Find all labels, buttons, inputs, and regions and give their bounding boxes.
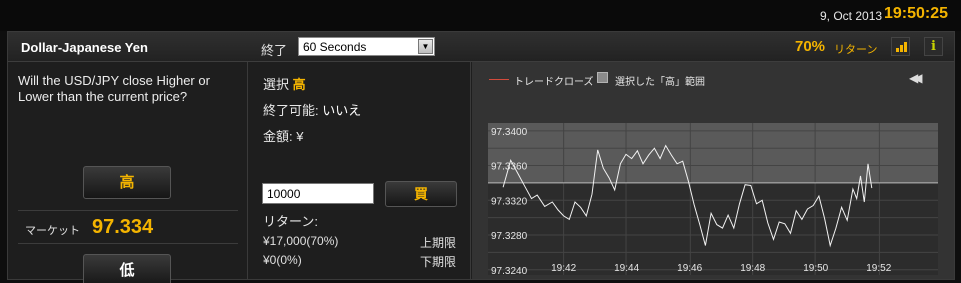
panel-header: Dollar-Japanese Yen 終了 60 Seconds ▼ 70% … [8, 32, 954, 62]
buy-button[interactable]: 買 [385, 181, 457, 207]
trade-question: Will the USD/JPY close Higher or Lower t… [18, 73, 210, 104]
y-tick-label: 97.3240 [491, 266, 528, 277]
upper-return-amount: ¥17,000(70%) [263, 234, 339, 248]
x-tick-label: 19:50 [803, 263, 828, 274]
lower-limit-label: 下期限 [420, 255, 457, 269]
current-date: 9, Oct 2013 [820, 9, 883, 23]
trade-panel: Dollar-Japanese Yen 終了 60 Seconds ▼ 70% … [7, 31, 955, 283]
lower-return-amount: ¥0(0%) [263, 253, 302, 267]
returns-label: リターン: [263, 214, 318, 229]
low-button[interactable]: 低 [83, 254, 171, 283]
y-tick-label: 97.3320 [491, 196, 528, 207]
amount-label: 金額: ¥ [263, 129, 304, 144]
selection-row: 選択 高 [263, 74, 306, 93]
selected-high-range [488, 123, 938, 183]
order-column: 選択 高 終了可能: いいえ 金額: ¥ 10000 買 リターン: ¥17,0… [249, 62, 471, 279]
market-label: マーケット [25, 225, 80, 237]
currency-pair-title: Dollar-Japanese Yen [21, 40, 148, 55]
trading-window: 9, Oct 2013 19:50:25 Dollar-Japanese Yen… [0, 0, 961, 283]
bar-chart-icon [896, 42, 908, 52]
close-possible-row: 終了可能: いいえ [263, 100, 361, 119]
divider [18, 210, 238, 211]
high-button[interactable]: 高 [83, 166, 171, 199]
x-tick-label: 19:52 [866, 263, 891, 274]
expiry-select-value: 60 Seconds [303, 40, 367, 54]
chevron-down-icon[interactable]: ▼ [418, 39, 433, 54]
return-percent: 70% [795, 38, 826, 55]
top-status-bar: 9, Oct 2013 19:50:25 [0, 0, 961, 31]
price-plot: 97.340097.336097.332097.328097.3240 19:42… [488, 123, 938, 277]
close-possible-value: いいえ [322, 103, 362, 118]
y-tick-label: 97.3400 [491, 127, 528, 138]
x-tick-label: 19:42 [551, 263, 576, 274]
divider [18, 243, 238, 244]
return-label: リターン [834, 44, 878, 56]
direction-column: Will the USD/JPY close Higher or Lower t… [8, 62, 248, 283]
info-icon: i [931, 39, 936, 54]
expiry-select[interactable]: 60 Seconds ▼ [298, 37, 435, 56]
upper-limit-label: 上期限 [420, 236, 457, 250]
x-tick-label: 19:48 [740, 263, 765, 274]
market-price: 97.334 [92, 216, 154, 238]
x-tick-label: 19:44 [614, 263, 639, 274]
current-time: 19:50:25 [884, 5, 949, 22]
chart-toggle-button[interactable] [891, 37, 910, 56]
x-tick-label: 19:46 [677, 263, 702, 274]
y-tick-label: 97.3280 [491, 231, 528, 242]
selection-label: 選択 [263, 77, 290, 92]
info-button[interactable]: i [924, 37, 943, 56]
close-possible-label: 終了可能: [263, 103, 319, 118]
price-chart: トレードクローズ 選択した「高」範囲 ◀◀ 97.3400 97.3360 97.3… [472, 62, 954, 279]
amount-input[interactable]: 10000 [262, 183, 374, 204]
selection-value: 高 [292, 77, 306, 92]
expiry-label: 終了 [261, 43, 288, 58]
